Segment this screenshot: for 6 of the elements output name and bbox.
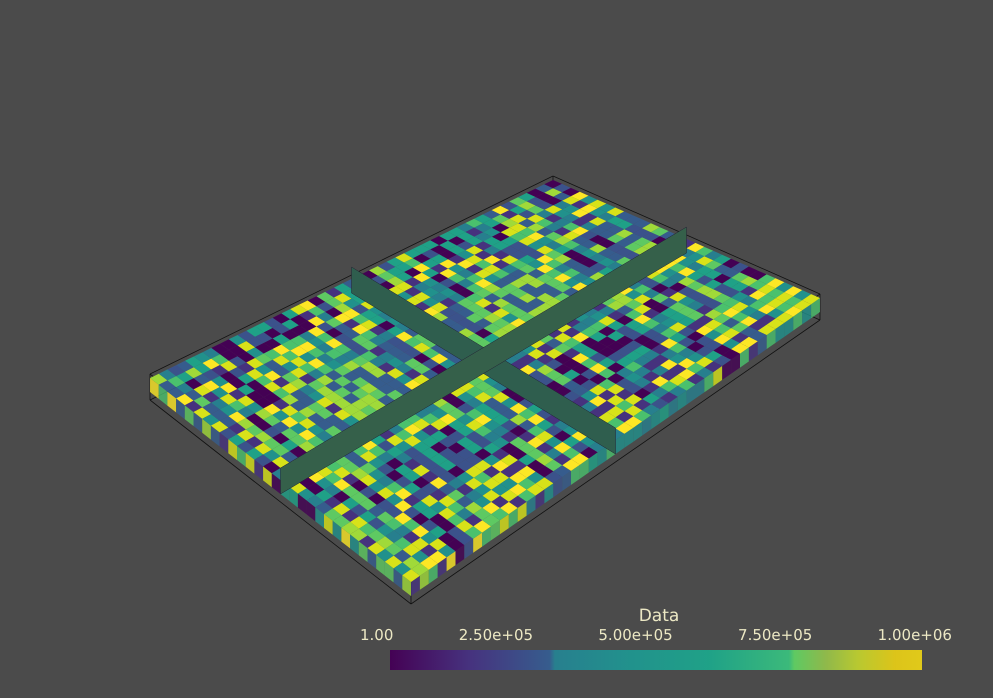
- legend-tick-label: 7.50e+05: [738, 626, 812, 644]
- legend-tick-label: 5.00e+05: [598, 626, 673, 644]
- legend-tick-label: 2.50e+05: [458, 626, 534, 644]
- legend-tick-label: 1.00e+06: [878, 626, 952, 644]
- legend-title: Data: [638, 606, 680, 626]
- legend-tick-label: 1.00: [360, 626, 394, 644]
